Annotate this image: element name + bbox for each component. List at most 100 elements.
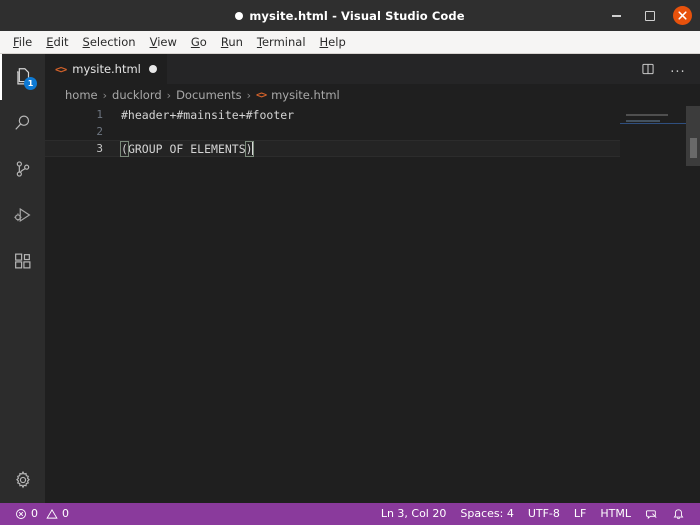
warning-count: 0	[62, 507, 69, 520]
tab-label: mysite.html	[72, 62, 141, 76]
editor-group: <> mysite.html ... home › ducklord › Doc…	[45, 54, 700, 503]
menu-help-label: elp	[328, 35, 346, 49]
minimap-current-line	[620, 123, 690, 124]
menu-view[interactable]: View	[143, 31, 184, 53]
menu-edit[interactable]: Edit	[39, 31, 75, 53]
gear-icon	[15, 470, 30, 489]
title-bar: mysite.html - Visual Studio Code	[0, 0, 700, 31]
source-control-icon	[16, 161, 29, 177]
breadcrumb-item-home[interactable]: home	[65, 88, 98, 102]
tab-mysite-html[interactable]: <> mysite.html	[45, 54, 168, 84]
more-actions-button[interactable]: ...	[668, 59, 688, 79]
feedback-button[interactable]	[638, 508, 665, 521]
menu-run-label: un	[228, 35, 243, 49]
sidebar-item-search[interactable]	[0, 100, 45, 146]
error-icon	[16, 509, 26, 519]
breadcrumb-file-label: mysite.html	[271, 88, 340, 102]
window-controls	[605, 0, 692, 31]
extensions-icon	[14, 253, 30, 269]
html-file-icon: <>	[256, 89, 267, 101]
menu-edit-label: dit	[53, 35, 69, 49]
menu-view-label: iew	[157, 35, 177, 49]
menu-help-mnemonic: H	[319, 35, 329, 49]
line-content: #header+#mainsite+#footer	[121, 107, 295, 122]
line-number: 1	[96, 108, 103, 121]
bell-icon	[673, 508, 684, 519]
close-icon	[678, 11, 687, 20]
status-left: 0 0	[8, 503, 76, 525]
sidebar-item-manage[interactable]	[0, 457, 45, 503]
code-line-3[interactable]: 3 (GROUP OF ELEMENTS)	[45, 140, 700, 157]
activity-bar: 1	[0, 54, 45, 503]
more-actions-icon: ...	[670, 61, 686, 76]
tab-dirty-icon[interactable]	[148, 65, 157, 73]
sidebar-item-extensions[interactable]	[0, 238, 45, 284]
vscode-window: mysite.html - Visual Studio Code File Ed…	[0, 0, 700, 525]
overview-ruler-mark	[690, 138, 697, 158]
sidebar-item-source-control[interactable]	[0, 146, 45, 192]
breadcrumb: home › ducklord › Documents › <> mysite.…	[45, 84, 700, 106]
code-lines: 1 #header+#mainsite+#footer 2 3 (GROUP O…	[45, 106, 700, 503]
notifications-button[interactable]	[665, 508, 692, 521]
window-title: mysite.html - Visual Studio Code	[235, 8, 465, 23]
menu-selection[interactable]: Selection	[76, 31, 143, 53]
status-right: Ln 3, Col 20 Spaces: 4 UTF-8 LF HTML	[374, 503, 692, 525]
search-icon	[15, 115, 29, 130]
menu-help[interactable]: Help	[313, 31, 353, 53]
breadcrumb-item-documents[interactable]: Documents	[176, 88, 242, 102]
window-title-text: mysite.html - Visual Studio Code	[249, 8, 465, 23]
code-line-2[interactable]: 2	[45, 123, 700, 140]
dirty-dot-icon	[235, 11, 244, 20]
minimize-icon	[611, 14, 621, 17]
breadcrumb-separator: ›	[246, 88, 252, 102]
cursor-position-status[interactable]: Ln 3, Col 20	[374, 503, 454, 525]
split-editor-icon	[642, 63, 654, 75]
run-debug-icon	[13, 207, 31, 223]
menu-selection-label: election	[89, 35, 136, 49]
minimap-line-3	[626, 120, 660, 122]
tab-bar: <> mysite.html ...	[45, 54, 700, 84]
maximize-button[interactable]	[639, 5, 661, 27]
problems-status[interactable]: 0 0	[8, 503, 76, 525]
close-button[interactable]	[673, 6, 692, 25]
editor-actions: ...	[638, 54, 700, 84]
minimap-line-1	[626, 114, 668, 116]
status-bar: 0 0 Ln 3, Col 20 Spaces: 4 UTF-8 LF HTML	[0, 503, 700, 525]
warning-icon	[46, 508, 58, 519]
breadcrumb-item-file[interactable]: <> mysite.html	[256, 88, 340, 102]
menu-go[interactable]: Go	[184, 31, 214, 53]
line3-inner-text: GROUP OF ELEMENTS	[127, 141, 246, 156]
feedback-icon	[646, 509, 657, 519]
encoding-status[interactable]: UTF-8	[521, 503, 567, 525]
menu-edit-mnemonic: E	[46, 35, 54, 49]
indentation-status[interactable]: Spaces: 4	[453, 503, 520, 525]
language-mode-status[interactable]: HTML	[593, 503, 638, 525]
editor-scrollbar[interactable]	[686, 106, 700, 503]
menu-file-label: ile	[18, 35, 33, 49]
minimize-button[interactable]	[605, 5, 627, 27]
text-cursor	[251, 141, 253, 155]
line-content: (GROUP OF ELEMENTS)	[120, 140, 254, 157]
menu-bar: File Edit Selection View Go Run Terminal…	[0, 31, 700, 54]
error-count: 0	[31, 507, 38, 520]
code-line-1[interactable]: 1 #header+#mainsite+#footer	[45, 106, 700, 123]
menu-go-mnemonic: G	[190, 35, 200, 49]
maximize-icon	[645, 10, 655, 21]
split-editor-button[interactable]	[638, 59, 658, 79]
sidebar-item-run-debug[interactable]	[0, 192, 45, 238]
html-file-icon: <>	[55, 62, 67, 76]
menu-terminal-label: erminal	[261, 35, 306, 49]
menu-go-label: o	[199, 35, 207, 49]
breadcrumb-item-ducklord[interactable]: ducklord	[112, 88, 162, 102]
workbench: 1 <> mysite.html ... home › ducklord › D…	[0, 54, 700, 503]
breadcrumb-separator: ›	[166, 88, 172, 102]
code-editor[interactable]: 1 #header+#mainsite+#footer 2 3 (GROUP O…	[45, 106, 700, 503]
menu-terminal[interactable]: Terminal	[250, 31, 313, 53]
eol-status[interactable]: LF	[567, 503, 593, 525]
menu-file[interactable]: File	[6, 31, 39, 53]
minimap[interactable]	[620, 106, 690, 503]
explorer-badge: 1	[24, 77, 37, 90]
open-bracket-match: (	[120, 140, 129, 157]
menu-run[interactable]: Run	[214, 31, 250, 53]
sidebar-item-explorer[interactable]: 1	[0, 54, 45, 100]
